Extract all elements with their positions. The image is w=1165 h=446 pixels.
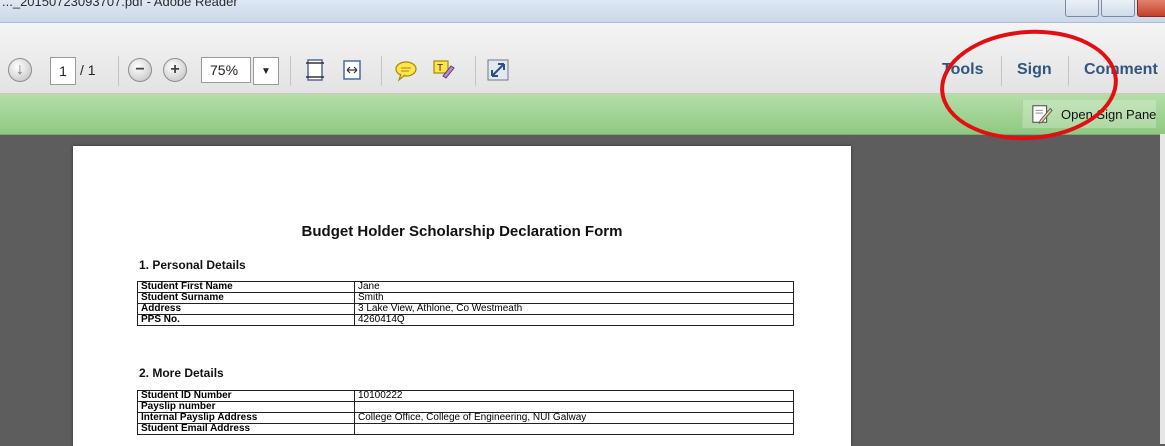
table-row: Payslip number xyxy=(137,401,794,413)
pdf-page: Budget Holder Scholarship Declaration Fo… xyxy=(73,146,851,446)
open-sign-pane-button[interactable]: Open Sign Pane xyxy=(1022,100,1157,128)
maximize-button[interactable] xyxy=(1101,0,1135,17)
zoom-dropdown-button[interactable]: ▼ xyxy=(253,57,279,85)
tab-comment[interactable]: Comment xyxy=(1084,61,1158,79)
zoom-level-value: 75% xyxy=(210,62,239,78)
field-value: Smith xyxy=(354,292,794,304)
field-label: Student First Name xyxy=(137,281,355,293)
field-value xyxy=(354,401,794,413)
section-heading: 1. Personal Details xyxy=(139,258,246,272)
previous-page-button[interactable]: ↓ xyxy=(8,57,32,83)
sign-pane-icon xyxy=(1032,105,1053,124)
field-value: Jane xyxy=(354,281,794,293)
fit-width-icon xyxy=(343,60,361,80)
table-row: Student Surname Smith xyxy=(137,292,794,304)
field-label: PPS No. xyxy=(137,314,355,326)
highlight-icon: T xyxy=(433,60,455,79)
page-total: / 1 xyxy=(80,57,96,83)
zoom-in-button[interactable]: + xyxy=(163,57,187,83)
field-label: Student Surname xyxy=(137,292,355,304)
main-toolbar: ↓ 1 / 1 − + 75% ▼ T Tools Sign Comment xyxy=(0,23,1165,94)
tab-tools[interactable]: Tools xyxy=(942,61,983,79)
title-bar: ..._20150723093707.pdf - Adobe Reader xyxy=(0,0,1165,23)
zoom-in-icon: + xyxy=(163,58,187,82)
more-details-table: Student ID Number 10100222 Payslip number… xyxy=(137,390,794,435)
personal-details-table: Student First Name Jane Student Surname Sm… xyxy=(137,281,794,326)
vertical-scrollbar[interactable] xyxy=(1160,134,1165,444)
fit-width-button[interactable] xyxy=(340,57,364,83)
field-label: Student ID Number xyxy=(137,390,355,402)
close-window-button[interactable] xyxy=(1137,0,1165,17)
open-sign-pane-label: Open Sign Pane xyxy=(1061,106,1157,122)
sticky-note-icon xyxy=(395,61,417,82)
zoom-out-button[interactable]: − xyxy=(128,57,152,83)
window-title: ..._20150723093707.pdf - Adobe Reader xyxy=(2,0,238,9)
highlight-text-button[interactable]: T xyxy=(432,57,456,83)
field-value: College Office, College of Engineering, … xyxy=(354,412,794,424)
fit-page-button[interactable] xyxy=(303,57,327,83)
sign-bar: Open Sign Pane xyxy=(0,94,1165,135)
table-row: Student ID Number 10100222 xyxy=(137,390,794,402)
page-number-input[interactable]: 1 xyxy=(50,57,76,85)
fullscreen-icon xyxy=(487,59,509,81)
field-label: Address xyxy=(137,303,355,315)
chevron-down-icon: ▼ xyxy=(261,65,271,77)
table-row: PPS No. 4260414Q xyxy=(137,314,794,326)
field-label: Internal Payslip Address xyxy=(137,412,355,424)
field-value: 4260414Q xyxy=(354,314,794,326)
zoom-out-icon: − xyxy=(128,58,152,82)
field-label: Payslip number xyxy=(137,401,355,413)
back-arrow-icon: ↓ xyxy=(8,58,32,82)
fullscreen-button[interactable] xyxy=(486,57,510,83)
document-title: Budget Holder Scholarship Declaration Fo… xyxy=(301,223,623,240)
svg-text:T: T xyxy=(437,63,443,74)
table-row: Internal Payslip Address College Office, … xyxy=(137,412,794,424)
sticky-note-button[interactable] xyxy=(394,57,418,83)
section-heading: 2. More Details xyxy=(139,366,224,380)
table-row: Student First Name Jane xyxy=(137,281,794,293)
page-total-label: / 1 xyxy=(80,62,96,78)
page-number-value: 1 xyxy=(59,63,67,79)
table-row: Address 3 Lake View, Athlone, Co Westmeat… xyxy=(137,303,794,315)
fit-page-icon xyxy=(306,59,324,81)
minimize-button[interactable] xyxy=(1065,0,1099,17)
field-value: 3 Lake View, Athlone, Co Westmeath xyxy=(354,303,794,315)
tab-sign[interactable]: Sign xyxy=(1017,61,1052,79)
field-label: Student Email Address xyxy=(137,423,355,435)
field-value: 10100222 xyxy=(354,390,794,402)
zoom-level-input[interactable]: 75% xyxy=(201,57,251,83)
field-value xyxy=(354,423,794,435)
table-row: Student Email Address xyxy=(137,423,794,435)
